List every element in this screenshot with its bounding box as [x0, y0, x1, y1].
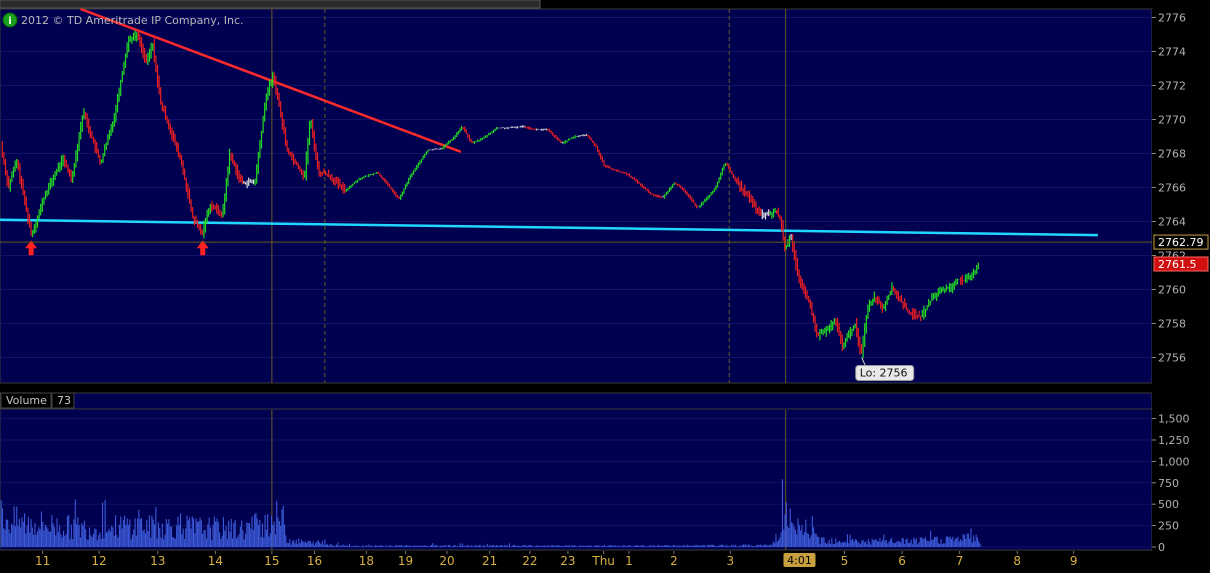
- price-tick-label: 2758: [1158, 318, 1186, 331]
- time-tick-label: 16: [307, 554, 322, 568]
- volume-tick-label: 1,000: [1158, 455, 1190, 468]
- price-tick-label: 2774: [1158, 46, 1186, 59]
- chart-window: 2776 2774 2772 2770 2768 2766 2764 2762 2760 2758…: [0, 0, 1210, 569]
- time-tick-label: 23: [560, 554, 575, 568]
- price-tick-label: 2760: [1158, 284, 1186, 297]
- time-tick-label: Thu: [591, 554, 615, 568]
- price-tick-label: 2776: [1158, 12, 1186, 25]
- reference-price-tag: 2762.79: [1158, 236, 1204, 249]
- volume-title: Volume: [6, 394, 47, 407]
- price-tick-label: 2768: [1158, 148, 1186, 161]
- time-tick-label: 22: [522, 554, 537, 568]
- copyright-text: 2012 © TD Ameritrade IP Company, Inc.: [21, 14, 244, 27]
- volume-latest-value: 73: [57, 394, 71, 407]
- time-tick-label: 21: [482, 554, 497, 568]
- time-tick-label: 15: [264, 554, 279, 568]
- volume-tick-label: 250: [1158, 520, 1179, 533]
- volume-tick-label: 1,250: [1158, 434, 1190, 447]
- volume-tick-label: 1,500: [1158, 413, 1190, 426]
- time-tick-label: 7: [956, 554, 964, 568]
- low-label: Lo: 2756: [860, 367, 908, 380]
- last-price-tag: 2761.5: [1158, 258, 1197, 271]
- time-tick-label: 13: [150, 554, 165, 568]
- volume-tick-label: 500: [1158, 498, 1179, 511]
- volume-tick-label: 750: [1158, 477, 1179, 490]
- time-tick-label: 9: [1070, 554, 1078, 568]
- time-tick-label: 11: [35, 554, 50, 568]
- time-tick-label: 20: [439, 554, 454, 568]
- time-tick-label: 6: [898, 554, 906, 568]
- time-tick-label: 2: [670, 554, 678, 568]
- info-icon-glyph: i: [8, 16, 11, 27]
- time-tick-label: 12: [91, 554, 106, 568]
- time-tick-label: 18: [359, 554, 374, 568]
- time-tick-label: 19: [398, 554, 413, 568]
- time-tick-label: 5: [841, 554, 849, 568]
- price-plot-area: [0, 8, 1153, 384]
- price-chart-svg: 2776277427722770276827662764276227602758…: [0, 0, 1210, 569]
- price-tick-label: 2772: [1158, 80, 1186, 93]
- time-tick-label: 8: [1013, 554, 1021, 568]
- time-tick-label: 14: [208, 554, 223, 568]
- header-bar: [0, 0, 541, 9]
- session-break-label: 4:01: [787, 554, 812, 567]
- price-tick-label: 2764: [1158, 216, 1186, 229]
- time-tick-label: 3: [727, 554, 735, 568]
- price-tick-label: 2766: [1158, 182, 1186, 195]
- time-tick-label: 1: [625, 554, 633, 568]
- price-tick-label: 2770: [1158, 114, 1186, 127]
- volume-plot-area: [0, 392, 1153, 551]
- price-tick-label: 2756: [1158, 352, 1186, 365]
